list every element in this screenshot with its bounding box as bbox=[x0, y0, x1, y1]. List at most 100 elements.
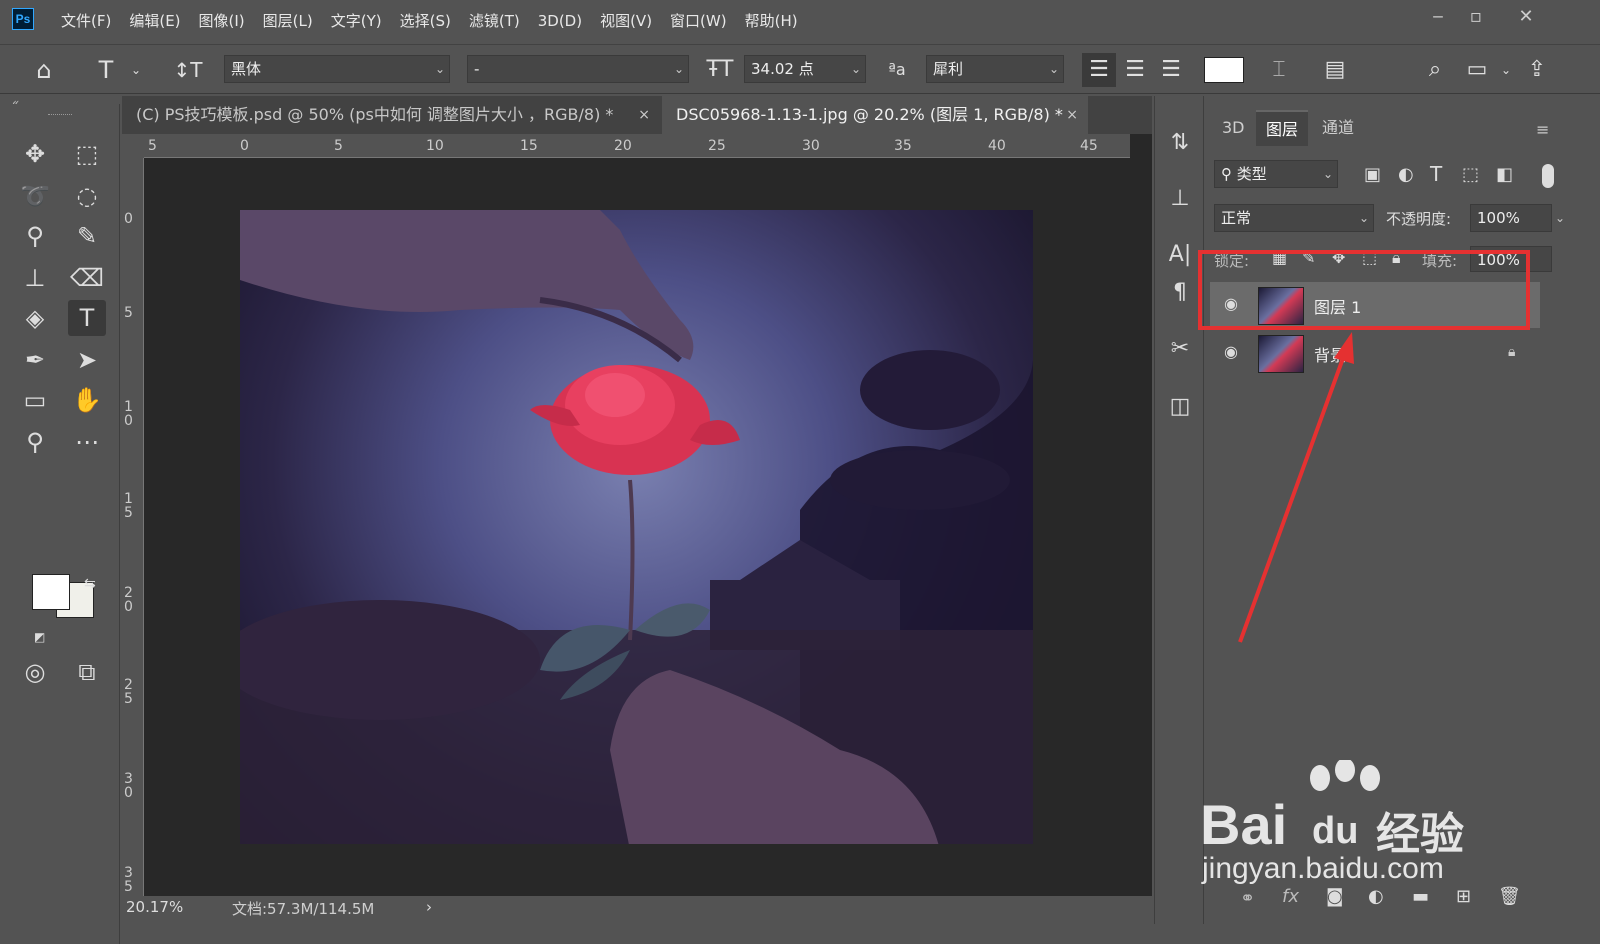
font-size-input[interactable]: 34.02 点 ⌄ bbox=[744, 55, 866, 83]
menu-item[interactable]: 编辑(E) bbox=[120, 0, 189, 40]
filter-value: 类型 bbox=[1236, 165, 1267, 183]
align-center-icon[interactable]: ☰ bbox=[1118, 53, 1152, 87]
filter-shape-icon[interactable]: ⬚ bbox=[1462, 164, 1479, 185]
close-tab-icon[interactable]: × bbox=[1066, 96, 1078, 134]
lasso-tool-icon[interactable]: ➰ bbox=[16, 178, 54, 214]
minimize-icon[interactable]: ‒ bbox=[1420, 4, 1456, 30]
quick-mask-icon[interactable]: ◎ bbox=[16, 654, 54, 690]
chevron-down-icon[interactable]: ⌄ bbox=[1496, 53, 1516, 87]
blend-mode-select[interactable]: 正常 ⌄ bbox=[1214, 204, 1374, 232]
chevron-down-icon[interactable]: ⌄ bbox=[126, 53, 146, 87]
filter-type-icon[interactable]: T bbox=[1430, 162, 1442, 186]
blend-mode-value: 正常 bbox=[1221, 209, 1252, 227]
tools-panel: ✥ ⬚ ➰ ◌ ⚲ ✎ ⊥ ⌫ ◈ T ✒ ➤ ▭ ✋ ⚲ ⋯ ⇆ ◩ ◎ ⧉ bbox=[0, 104, 120, 944]
filter-pixel-icon[interactable]: ▣ bbox=[1364, 164, 1381, 185]
tab-label: (C) PS技巧模板.psd @ 50% (ps中如何 调整图片大小 ，RGB/… bbox=[136, 105, 614, 124]
eyedropper-tool-icon[interactable]: ⚲ bbox=[16, 218, 54, 254]
tab-channels[interactable]: 通道 bbox=[1312, 110, 1364, 146]
menu-item[interactable]: 图层(L) bbox=[254, 0, 322, 40]
type-tool-icon[interactable]: T bbox=[68, 300, 106, 336]
align-right-icon[interactable]: ☰ bbox=[1154, 53, 1188, 87]
menu-item[interactable]: 文字(Y) bbox=[322, 0, 391, 40]
pen-tool-icon[interactable]: ✒ bbox=[16, 342, 54, 378]
swap-colors-icon[interactable]: ⇆ bbox=[84, 576, 96, 592]
menu-item[interactable]: 视图(V) bbox=[591, 0, 661, 40]
opacity-label: 不透明度: bbox=[1386, 210, 1452, 228]
workspace-icon[interactable]: ▭ bbox=[1460, 53, 1494, 87]
tab-3d[interactable]: 3D bbox=[1212, 110, 1255, 146]
brush-tool-icon[interactable]: ✎ bbox=[68, 218, 106, 254]
libraries-icon[interactable]: ◫ bbox=[1163, 390, 1197, 424]
more-tools-icon[interactable]: ⋯ bbox=[68, 424, 106, 460]
menu-item[interactable]: 选择(S) bbox=[391, 0, 460, 40]
status-menu-arrow[interactable]: › bbox=[426, 898, 432, 916]
hand-tool-icon[interactable]: ✋ bbox=[68, 382, 106, 418]
home-icon[interactable]: ⌂ bbox=[24, 53, 64, 87]
character-panel-icon[interactable]: ▤ bbox=[1318, 53, 1352, 87]
rectangle-tool-icon[interactable]: ▭ bbox=[16, 382, 54, 418]
foreground-color-swatch[interactable] bbox=[32, 574, 70, 610]
lock-icon: 🔒︎ bbox=[1508, 344, 1516, 360]
type-tool-icon[interactable]: T bbox=[86, 53, 126, 87]
font-size-value: 34.02 点 bbox=[751, 60, 814, 78]
properties-icon[interactable]: ⊥ bbox=[1163, 182, 1197, 216]
menu-item[interactable]: 图像(I) bbox=[190, 0, 254, 40]
ruler-tick-label: 2 5 bbox=[124, 677, 133, 707]
text-color-swatch[interactable] bbox=[1204, 57, 1244, 83]
search-icon[interactable]: ⌕ bbox=[1418, 53, 1452, 87]
align-left-icon[interactable]: ☰ bbox=[1082, 53, 1116, 87]
delete-layer-icon[interactable]: 🗑︎ bbox=[1498, 886, 1521, 907]
font-family-select[interactable]: 黑体 ⌄ bbox=[224, 55, 450, 83]
panel-menu-icon[interactable]: ≡ bbox=[1536, 120, 1549, 139]
move-tool-icon[interactable]: ✥ bbox=[16, 136, 54, 172]
history-icon[interactable]: ⇅ bbox=[1163, 126, 1197, 160]
ruler-tick-label: 10 bbox=[426, 138, 444, 154]
tab-layers[interactable]: 图层 bbox=[1256, 110, 1309, 146]
menu-item[interactable]: 帮助(H) bbox=[736, 0, 807, 40]
screen-mode-icon[interactable]: ⧉ bbox=[68, 654, 106, 690]
highlight-box bbox=[1198, 250, 1530, 330]
tab-psd-template[interactable]: (C) PS技巧模板.psd @ 50% (ps中如何 调整图片大小 ，RGB/… bbox=[122, 96, 660, 134]
menu-item[interactable]: 3D(D) bbox=[529, 0, 591, 40]
chevron-down-icon: ⌄ bbox=[1048, 62, 1059, 76]
layer-filter-select[interactable]: ⚲ 类型 ⌄ bbox=[1214, 160, 1338, 188]
menu-bar: Ps 文件(F) 编辑(E) 图像(I) 图层(L) 文字(Y) 选择(S) 滤镜(T) 3D… bbox=[0, 0, 1600, 40]
zoom-level[interactable]: 20.17% bbox=[126, 898, 183, 916]
close-icon[interactable]: ✕ bbox=[1508, 4, 1544, 30]
filter-adjustment-icon[interactable]: ◐ bbox=[1398, 164, 1414, 185]
link-layers-icon[interactable]: ⚭ bbox=[1240, 888, 1255, 909]
character-icon[interactable]: A| bbox=[1163, 238, 1197, 272]
path-select-tool-icon[interactable]: ➤ bbox=[68, 342, 106, 378]
menu-item[interactable]: 文件(F) bbox=[52, 0, 120, 40]
vertical-type-toggle-icon[interactable]: ↕T bbox=[168, 53, 208, 87]
paragraph-icon[interactable]: ¶ bbox=[1163, 276, 1197, 310]
share-icon[interactable]: ⇪ bbox=[1520, 53, 1554, 87]
marquee-tool-icon[interactable]: ⬚ bbox=[68, 136, 106, 172]
quick-select-tool-icon[interactable]: ◌ bbox=[68, 178, 106, 214]
menu-item[interactable]: 滤镜(T) bbox=[460, 0, 529, 40]
zoom-tool-icon[interactable]: ⚲ bbox=[16, 424, 54, 460]
filter-toggle-icon[interactable] bbox=[1542, 164, 1554, 188]
stamp-tool-icon[interactable]: ⊥ bbox=[16, 260, 54, 296]
watermark-brand: Bai bbox=[1200, 793, 1288, 856]
warp-text-icon[interactable]: ⌶ bbox=[1262, 53, 1296, 87]
filter-smart-object-icon[interactable]: ◧ bbox=[1496, 164, 1513, 185]
ruler-tick-label: 15 bbox=[520, 138, 538, 154]
eraser-tool-icon[interactable]: ⌫ bbox=[68, 260, 106, 296]
paint-bucket-tool-icon[interactable]: ◈ bbox=[16, 300, 54, 336]
font-style-select[interactable]: - ⌄ bbox=[467, 55, 689, 83]
maximize-icon[interactable]: ▫ bbox=[1458, 4, 1494, 30]
antialias-icon: ªa bbox=[888, 60, 906, 79]
watermark-url: jingyan.baidu.com bbox=[1202, 852, 1444, 885]
document-size: 文档:57.3M/114.5M bbox=[232, 900, 375, 918]
close-tab-icon[interactable]: × bbox=[638, 96, 650, 134]
antialias-select[interactable]: 犀利 ⌄ bbox=[926, 55, 1064, 83]
ruler-tick-label: 30 bbox=[802, 138, 820, 154]
opacity-input[interactable]: 100% ⌄ bbox=[1470, 204, 1565, 232]
tools-settings-icon[interactable]: ✂ bbox=[1163, 332, 1197, 366]
ruler-corner bbox=[122, 134, 144, 158]
default-colors-icon[interactable]: ◩ bbox=[34, 630, 45, 644]
document-image[interactable] bbox=[240, 210, 1033, 844]
tab-dsc-jpg[interactable]: DSC05968-1.13-1.jpg @ 20.2% (图层 1, RGB/8… bbox=[662, 96, 1088, 134]
menu-item[interactable]: 窗口(W) bbox=[661, 0, 736, 40]
